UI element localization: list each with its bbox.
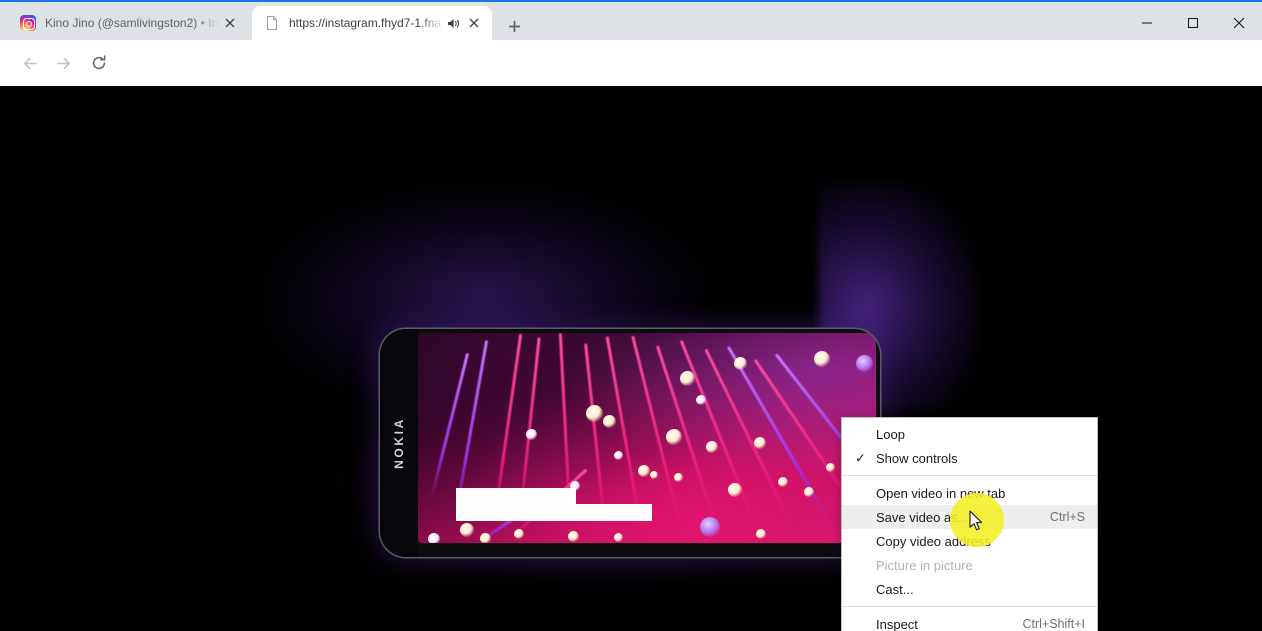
context-menu-label: Cast... [876,581,914,597]
tab-video-active[interactable]: https://instagram.fhyd7-1.fna [252,6,492,40]
context-menu-accelerator: Ctrl+S [1049,510,1085,524]
mouse-cursor [969,510,984,537]
browser-toolbar: https://instagram.fhyd7-1.fna.fbcdn.net/… [0,40,1262,118]
tab-title-wrap: https://instagram.fhyd7-1.fna [289,16,445,30]
tab-strip: Kino Jino (@samlivingston2) • Ins https:… [0,2,1262,40]
tab-instagram-profile[interactable]: Kino Jino (@samlivingston2) • Ins [8,6,248,40]
context-menu-item-picture-in-picture: Picture in picture [842,553,1097,577]
close-icon[interactable] [1216,4,1262,42]
tab-close-button[interactable] [463,12,485,34]
context-menu-label: Loop [876,426,905,442]
tab-title-fade [419,16,445,30]
window-controls [1124,4,1262,42]
context-menu-accelerator: Ctrl+Shift+I [1022,617,1085,631]
context-menu-label: Show controls [876,450,958,466]
redaction-block [456,504,652,521]
browser-window: Kino Jino (@samlivingston2) • Ins https:… [0,0,1262,631]
context-menu-item-loop[interactable]: Loop [842,422,1097,446]
tab-title-fade [193,16,219,30]
nokia-phone-device: NOKIA [380,329,880,557]
context-menu-separator [842,606,1097,607]
document-icon [264,15,280,31]
instagram-icon [20,15,36,31]
page-content: NOKIA Loop ✓ Show controls Open video in… [0,86,1262,631]
reload-icon[interactable] [83,47,115,79]
context-menu-label: Inspect [876,616,918,631]
tab-close-button[interactable] [219,12,241,34]
context-menu-item-show-controls[interactable]: ✓ Show controls [842,446,1097,470]
context-menu-separator [842,475,1097,476]
forward-arrow-icon[interactable] [47,47,79,79]
nokia-brand-label: NOKIA [392,417,407,469]
minimize-icon[interactable] [1124,4,1170,42]
new-tab-button[interactable] [500,12,528,40]
context-menu-label: Picture in picture [876,557,973,573]
maximize-icon[interactable] [1170,4,1216,42]
context-menu-item-cast[interactable]: Cast... [842,577,1097,601]
back-arrow-icon[interactable] [14,47,46,79]
checkmark-icon: ✓ [855,450,866,466]
tab-title-wrap: Kino Jino (@samlivingston2) • Ins [45,16,219,30]
context-menu-item-inspect[interactable]: Inspect Ctrl+Shift+I [842,612,1097,631]
phone-bezel: NOKIA [380,329,418,557]
speaker-playing-icon[interactable] [445,17,463,30]
